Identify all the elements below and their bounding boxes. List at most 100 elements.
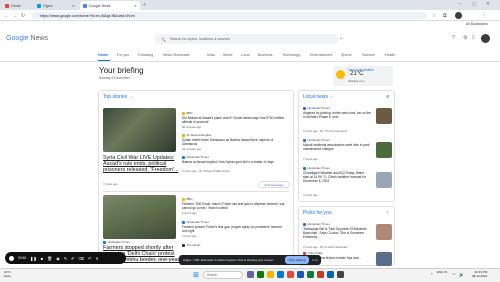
bookmark-star-icon[interactable]: ☆ <box>432 13 436 19</box>
tab-science[interactable]: Science <box>362 53 375 57</box>
forward-icon[interactable]: → <box>12 13 17 19</box>
highlighter-icon[interactable]: ✐ <box>71 256 74 261</box>
chevron-up-icon[interactable]: ⌃ <box>430 272 433 277</box>
delete-icon[interactable]: 🗑 <box>47 256 52 261</box>
cigna-icon <box>37 3 41 8</box>
story-time: 3 hours ago <box>303 193 318 197</box>
story-headline[interactable]: Bashar al-Assad toppled: How Syrian govt… <box>182 160 288 164</box>
maximize-button[interactable]: ▢ <box>472 1 476 7</box>
google-news-logo[interactable]: Google News <box>6 35 48 42</box>
story-headline[interactable]: Angered by parking, techie sets boss' ca… <box>303 111 371 119</box>
volume-icon[interactable]: 🔊 <box>459 272 464 277</box>
reload-icon[interactable]: ↻ <box>21 13 25 19</box>
language-indicator[interactable]: ENG IN <box>437 270 447 275</box>
story-thumbnail[interactable] <box>376 224 392 240</box>
chrome-icon[interactable] <box>287 271 294 278</box>
excel-icon[interactable] <box>307 271 314 278</box>
windows-start-icon[interactable]: ⊞ <box>193 271 199 279</box>
app-icon[interactable] <box>257 271 264 278</box>
story-headline[interactable]: Chandigarh Weather and AQI Today: Warm s… <box>303 171 371 183</box>
search-input[interactable]: 🔍 Search for topics, locations & sources <box>155 34 338 44</box>
tab-business[interactable]: Business <box>258 53 273 57</box>
settings-gear-icon[interactable]: ⚙ <box>386 94 390 99</box>
tab-india[interactable]: India <box>207 53 215 57</box>
tab-cigna[interactable]: Cigna ✕ <box>34 1 78 10</box>
full-coverage-button[interactable]: Full Coverage <box>258 181 290 188</box>
minimize-button[interactable]: – <box>458 1 461 7</box>
story-headline[interactable]: 'Aishwarya Rai Is Total Opposite Of Abhi… <box>303 227 371 239</box>
tab-technology[interactable]: Technology <box>282 53 300 57</box>
profile-avatar[interactable] <box>455 12 462 19</box>
close-icon[interactable]: ✕ <box>95 256 98 261</box>
record-icon[interactable] <box>9 255 14 261</box>
story-time: 2 hours ago · By Urvashi Nandarkar <box>303 245 348 249</box>
story-headline[interactable]: Farmers protest: Police's tear gas, pepp… <box>182 225 288 233</box>
tab-local[interactable]: Local <box>241 53 250 57</box>
chevron-down-icon[interactable]: ⌄ <box>339 35 343 41</box>
tab-entertainment[interactable]: Entertainment <box>310 53 332 57</box>
tab-news-showcase[interactable]: News Showcase <box>163 53 190 57</box>
tab-home[interactable]: Home <box>98 53 108 57</box>
tab-health[interactable]: Health <box>385 53 395 57</box>
source-label: Hindustan Times <box>182 220 209 224</box>
taskbar-search-input[interactable]: Search <box>203 271 243 279</box>
help-icon[interactable]: ? <box>452 35 455 41</box>
story-thumbnail[interactable] <box>376 172 392 188</box>
chevron-right-icon[interactable]: › <box>131 94 132 99</box>
account-avatar[interactable] <box>481 34 490 43</box>
story-thumbnail[interactable] <box>376 108 392 124</box>
story-thumbnail[interactable] <box>376 142 392 158</box>
syria-news-photo[interactable] <box>103 108 176 152</box>
close-window-button[interactable]: ✕ <box>486 1 490 7</box>
powerpoint-icon[interactable] <box>317 271 324 278</box>
story-headline[interactable]: Farmers' 'Dilli Chalo' march: Police use… <box>182 202 288 210</box>
extensions-icon[interactable]: ⧉ <box>443 13 447 19</box>
outlook-icon[interactable] <box>327 271 334 278</box>
source-label: Hindustan Times <box>303 222 330 226</box>
stop-sharing-button[interactable]: Stop sharing <box>285 256 309 264</box>
tab-for-you[interactable]: For you <box>117 53 129 57</box>
source-label: Hindustan Times <box>303 166 330 170</box>
close-icon[interactable]: ✕ <box>72 4 75 8</box>
tab-following[interactable]: Following <box>138 53 153 57</box>
back-icon[interactable]: ← <box>4 13 9 19</box>
pause-icon[interactable]: ❚❚ <box>30 256 37 261</box>
undo-icon[interactable]: ↶ <box>88 256 91 261</box>
tab-world[interactable]: World <box>223 53 232 57</box>
story-headline[interactable]: Did Bashar al-Assad's plane crash? Socia… <box>182 116 288 124</box>
url-input[interactable]: https://news.google.com/home?hl=en-IN&gl… <box>32 12 427 19</box>
tab-gmail[interactable]: Gmail <box>2 1 32 10</box>
story-headline[interactable]: Syrian rebels seize Damascus as Bashar A… <box>182 138 288 146</box>
chevron-right-icon[interactable]: › <box>331 94 332 99</box>
task-view-icon[interactable] <box>247 271 254 278</box>
stop-icon[interactable]: ■ <box>41 256 43 261</box>
local-news-title[interactable]: Local news <box>303 94 328 100</box>
main-headline[interactable]: Syria Civil War LIVE Updates: Assad's ru… <box>103 155 185 173</box>
weather-source[interactable]: Weather.com <box>348 79 364 83</box>
edge-icon[interactable] <box>277 271 284 278</box>
taskbar-weather[interactable]: 19°C Haze <box>4 270 11 278</box>
wifi-icon[interactable]: ◠ <box>452 272 456 277</box>
eraser-icon[interactable]: ⌫ <box>78 256 84 261</box>
new-tab-button[interactable]: + <box>143 2 146 8</box>
apps-grid-icon[interactable]: ⁞⁞ <box>472 35 475 41</box>
farmers-protest-photo[interactable] <box>103 195 176 239</box>
help-icon[interactable]: ? <box>386 210 388 215</box>
pen-icon[interactable]: ✎ <box>64 256 67 261</box>
search-icon: 🔍 <box>161 36 166 42</box>
story-thumbnail[interactable] <box>376 252 392 266</box>
story-headline[interactable]: Mohali residents associations seek hike … <box>303 143 371 151</box>
word-icon[interactable] <box>297 271 304 278</box>
app-icon[interactable] <box>337 271 344 278</box>
file-explorer-icon[interactable] <box>267 271 274 278</box>
camera-icon[interactable]: ◉ <box>56 256 60 261</box>
tab-sports[interactable]: Sports <box>341 53 351 57</box>
taskbar-clock[interactable]: 03:33 PM 08-12-2024 <box>472 270 487 278</box>
close-icon[interactable]: ✕ <box>134 4 137 8</box>
settings-gear-icon[interactable]: ⚙ <box>463 35 467 41</box>
top-stories-title[interactable]: Top stories <box>103 94 127 100</box>
menu-icon[interactable]: ⋮ <box>482 13 487 19</box>
tab-google-news[interactable]: Google News ✕ <box>80 1 140 10</box>
hide-button[interactable]: Hide <box>312 258 318 262</box>
all-bookmarks-link[interactable]: All Bookmarks <box>466 22 488 26</box>
